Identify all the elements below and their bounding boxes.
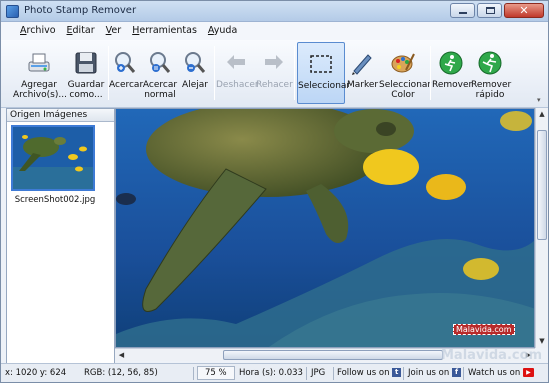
scroll-up-icon[interactable]: ▲ xyxy=(536,108,548,121)
zoom-normal-button[interactable]: Acercar normal xyxy=(142,42,178,104)
site-watermark: Malavida.com xyxy=(441,348,543,363)
redo-arrow-icon xyxy=(265,55,283,69)
youtube-icon: ▶ xyxy=(522,368,534,377)
floppy-disk-icon xyxy=(75,52,97,74)
zoom-in-label: Acercar xyxy=(109,80,144,90)
palette-icon xyxy=(391,53,415,73)
scroll-left-icon[interactable]: ◀ xyxy=(115,349,128,361)
zoom-normal-label: Acercar normal xyxy=(142,80,178,100)
menu-herramientas[interactable]: Herramientas xyxy=(127,22,203,40)
horizontal-scroll-thumb[interactable] xyxy=(223,350,443,360)
remove-fast-button[interactable]: Remover rápido xyxy=(471,42,512,104)
menu-ayuda[interactable]: Ayuda xyxy=(203,22,243,40)
file-format: JPG xyxy=(311,368,326,378)
save-as-label: Guardar como... xyxy=(67,80,105,100)
processing-time: Hora (s): 0.033 xyxy=(239,368,303,378)
save-as-button[interactable]: Guardar como... xyxy=(65,42,107,104)
window-controls: ✕ xyxy=(450,3,544,18)
image-canvas[interactable] xyxy=(115,108,535,348)
window-title: Photo Stamp Remover xyxy=(24,5,137,16)
title-bar: Photo Stamp Remover ✕ xyxy=(1,1,548,22)
status-separator xyxy=(193,367,194,380)
redo-button[interactable]: Rehacer xyxy=(256,42,293,104)
zoom-level-box: 75 % xyxy=(197,366,235,380)
image-thumbnail[interactable] xyxy=(11,125,95,191)
zoom-normal-icon xyxy=(150,52,171,73)
panel-title: Origen Imágenes xyxy=(7,109,114,122)
marker-pen-icon xyxy=(352,54,372,75)
vertical-scroll-thumb[interactable] xyxy=(537,130,547,240)
cursor-coordinates: x: 1020 y: 624 xyxy=(5,368,67,378)
vertical-scrollbar[interactable]: ▲ ▼ xyxy=(535,108,548,348)
follow-us-label: Follow us on xyxy=(337,368,390,378)
app-icon xyxy=(6,5,19,18)
undo-label: Deshacer xyxy=(216,80,259,90)
status-separator xyxy=(463,367,464,380)
sea-turtle-photo xyxy=(116,109,534,347)
select-label: Seleccionar xyxy=(298,81,351,91)
scroll-down-icon[interactable]: ▼ xyxy=(536,335,548,348)
scanner-icon xyxy=(28,53,50,72)
image-source-panel: Origen Imágenes ScreenShot002.jpg xyxy=(6,108,115,364)
status-separator xyxy=(333,367,334,380)
zoom-out-label: Alejar xyxy=(182,80,208,90)
thumbnail-preview xyxy=(13,127,93,189)
marker-button[interactable]: Marker xyxy=(347,42,379,104)
stamp-to-remove: Malavida.com xyxy=(453,324,515,335)
zoom-in-icon xyxy=(115,52,136,73)
watch-us-label: Watch us on xyxy=(468,368,521,378)
remove-fast-runner-icon xyxy=(478,51,502,75)
twitter-icon: t xyxy=(392,368,402,377)
toolbar-separator xyxy=(294,46,295,100)
join-us-label: Join us on xyxy=(408,368,450,378)
toolbar-separator xyxy=(430,46,431,100)
toolbar-separator xyxy=(214,46,215,100)
maximize-icon xyxy=(486,7,495,14)
pixel-rgb: RGB: (12, 56, 85) xyxy=(84,368,158,378)
close-icon: ✕ xyxy=(519,4,529,17)
menu-editar[interactable]: Editar xyxy=(62,22,101,40)
zoom-out-icon xyxy=(185,52,206,73)
add-files-button[interactable]: Agregar Archivo(s)... xyxy=(13,42,67,104)
remove-runner-icon xyxy=(439,51,463,75)
follow-us-link[interactable]: Follow us on t xyxy=(337,368,402,378)
maximize-button[interactable] xyxy=(477,3,502,18)
select-color-button[interactable]: Seleccionar Color xyxy=(379,42,432,104)
toolbar-overflow-icon[interactable]: ▾ xyxy=(537,96,541,104)
remove-button[interactable]: Remover xyxy=(432,42,473,104)
select-color-label: Seleccionar Color xyxy=(379,80,432,100)
join-us-link[interactable]: Join us on f xyxy=(408,368,461,378)
redo-label: Rehacer xyxy=(256,80,293,90)
watch-us-link[interactable]: Watch us on ▶ xyxy=(468,368,534,378)
zoom-level: 75 % xyxy=(205,368,227,378)
remove-label: Remover xyxy=(432,80,473,90)
zoom-in-button[interactable]: Acercar xyxy=(109,42,144,104)
thumbnail-file-name: ScreenShot002.jpg xyxy=(14,195,96,205)
zoom-out-button[interactable]: Alejar xyxy=(180,42,210,104)
menu-ver[interactable]: Ver xyxy=(101,22,128,40)
undo-button[interactable]: Deshacer xyxy=(216,42,259,104)
selection-rectangle-icon xyxy=(310,55,332,73)
minimize-button[interactable] xyxy=(450,3,475,18)
toolbar: Agregar Archivo(s)... Guardar como... Ac… xyxy=(1,40,548,108)
status-separator xyxy=(306,367,307,380)
undo-arrow-icon xyxy=(227,55,245,69)
facebook-icon: f xyxy=(451,368,461,377)
close-button[interactable]: ✕ xyxy=(504,3,544,18)
add-files-label: Agregar Archivo(s)... xyxy=(13,80,67,100)
app-window: Photo Stamp Remover ✕ Archivo Editar Ver… xyxy=(0,0,549,383)
remove-fast-label: Remover rápido xyxy=(471,80,512,100)
minimize-icon xyxy=(459,12,467,14)
status-separator xyxy=(403,367,404,380)
menu-archivo[interactable]: Archivo xyxy=(15,22,62,40)
select-button[interactable]: Seleccionar xyxy=(297,42,351,104)
menu-bar: Archivo Editar Ver Herramientas Ayuda xyxy=(1,22,548,40)
status-bar: x: 1020 y: 624 RGB: (12, 56, 85) 75 % Ho… xyxy=(1,363,548,382)
marker-label: Marker xyxy=(347,80,379,90)
